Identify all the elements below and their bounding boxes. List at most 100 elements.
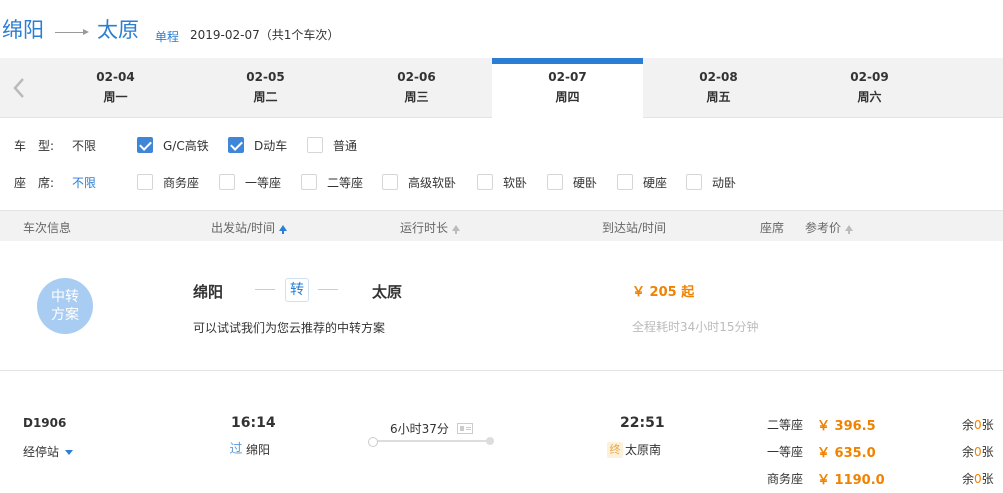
caret-down-icon (65, 450, 74, 455)
sort-asc-icon (845, 225, 854, 234)
depart-time: 16:14 (231, 415, 276, 431)
column-departure-sort[interactable]: 出发站/时间 (211, 219, 288, 236)
date-tab-date: 02-06 (397, 70, 436, 84)
filter-seat: 座 席: 不限 商务座 一等座 二等座 高级软卧 软卧 硬卧 硬座 动卧 (0, 171, 1003, 193)
route-to-city[interactable]: 太原 (97, 14, 139, 44)
checkbox[interactable] (382, 174, 398, 190)
filter-option-soft-sleeper[interactable]: 软卧 (477, 171, 527, 193)
filter-train-type-any[interactable]: 不限 (72, 137, 96, 154)
transfer-recommendation[interactable]: 中转 方案 绵阳 转 太原 可以试试我们为您云推荐的中转方案 ￥ 205 起 全… (0, 241, 1003, 371)
sort-asc-icon (279, 225, 288, 234)
id-card-icon (456, 423, 473, 434)
arrive-station: 终 太原南 (607, 441, 661, 458)
checkbox[interactable] (307, 137, 323, 153)
duration-track (368, 437, 494, 447)
stops-label: 经停站 (23, 445, 60, 459)
filter-option-second-class[interactable]: 二等座 (301, 171, 363, 193)
seat-price: ￥ 396.5 (817, 419, 876, 434)
transfer-from: 绵阳 (193, 283, 224, 301)
date-tab-date: 02-05 (246, 70, 285, 84)
checkbox[interactable] (477, 174, 493, 190)
route-header: 绵阳 太原 单程 2019-02-07（共1个车次） (0, 0, 1003, 58)
train-number[interactable]: D1906 (23, 416, 66, 430)
filter-option-label: 高级软卧 (408, 175, 457, 190)
date-tab-0209[interactable]: 02-09 周六 (794, 58, 945, 118)
duration: 6小时37分 (390, 420, 473, 437)
transfer-description: 可以试试我们为您云推荐的中转方案 (193, 321, 386, 335)
checkbox[interactable] (219, 174, 235, 190)
column-label: 参考价 (805, 221, 842, 235)
checkbox[interactable] (137, 174, 153, 190)
filter-option-emu-sleeper[interactable]: 动卧 (686, 171, 736, 193)
column-seat: 座席 (760, 221, 785, 235)
badge-line: 方案 (51, 307, 79, 323)
seat-name: 商务座 (767, 472, 804, 486)
date-tab-date: 02-04 (96, 70, 135, 84)
badge-line: 中转 (51, 289, 79, 305)
divider (318, 289, 338, 290)
date-tab-weekday: 周六 (857, 90, 882, 104)
remaining-count: 0 (974, 445, 982, 459)
seat-name: 一等座 (767, 445, 804, 459)
filter-option-label: 普通 (333, 138, 358, 153)
seat-price: ￥ 1190.0 (817, 473, 885, 488)
filter-option-d-emu[interactable]: D动车 (228, 134, 287, 156)
remaining-suffix: 张 (981, 472, 994, 486)
remaining-suffix: 张 (981, 445, 994, 459)
date-tab-0204[interactable]: 02-04 周一 (40, 58, 191, 118)
divider (255, 289, 275, 290)
checkbox[interactable] (617, 174, 633, 190)
pass-through-icon: 过 (229, 441, 243, 457)
checkbox-checked[interactable] (228, 137, 244, 153)
filter-option-label: 硬座 (643, 175, 668, 190)
column-label: 运行时长 (400, 221, 449, 235)
filter-option-hard-seat[interactable]: 硬座 (617, 171, 667, 193)
results-table-header: 车次信息 出发站/时间 运行时长 到达站/时间 座席 参考价 (0, 210, 1003, 241)
filter-option-normal[interactable]: 普通 (307, 134, 357, 156)
remaining-suffix: 张 (981, 418, 994, 432)
filter-label: 座 席: (14, 176, 55, 190)
column-price-sort[interactable]: 参考价 (805, 219, 854, 236)
seat-option-second-class[interactable]: 二等座 ￥ 396.5 余0张 (767, 416, 1003, 434)
date-tab-0207[interactable]: 02-07 周四 (492, 58, 643, 118)
transfer-plan-badge: 中转 方案 (37, 278, 93, 334)
filter-option-label: 一等座 (245, 175, 282, 190)
filter-option-business[interactable]: 商务座 (137, 171, 199, 193)
seat-name: 二等座 (767, 418, 804, 432)
checkbox[interactable] (686, 174, 702, 190)
checkbox-checked[interactable] (137, 137, 153, 153)
date-tab-date: 02-07 (548, 70, 587, 84)
filter-option-label: 软卧 (503, 175, 528, 190)
duration-text: 6小时37分 (390, 422, 449, 436)
trip-type-link[interactable]: 单程 (155, 28, 179, 45)
seat-remaining: 余0张 (962, 443, 994, 460)
filter-option-hard-sleeper[interactable]: 硬卧 (547, 171, 597, 193)
date-tab-weekday: 周二 (253, 90, 278, 104)
filter-seat-any[interactable]: 不限 (72, 174, 96, 191)
filter-option-deluxe-soft-sleeper[interactable]: 高级软卧 (382, 171, 456, 193)
filter-train-type: 车 型: 不限 G/C高铁 D动车 普通 (0, 134, 1003, 156)
prev-dates-chevron-left-icon[interactable] (12, 76, 34, 100)
date-tab-0205[interactable]: 02-05 周二 (190, 58, 341, 118)
checkbox[interactable] (547, 174, 563, 190)
column-duration-sort[interactable]: 运行时长 (400, 219, 461, 236)
date-tabs: 02-04 周一 02-05 周二 02-06 周三 02-07 周四 02-0… (0, 58, 1003, 118)
filter-option-first-class[interactable]: 一等座 (219, 171, 281, 193)
seat-option-first-class[interactable]: 一等座 ￥ 635.0 余0张 (767, 443, 1003, 461)
seat-option-business[interactable]: 商务座 ￥ 1190.0 余0张 (767, 470, 1003, 488)
seat-remaining: 余0张 (962, 470, 994, 487)
date-tab-0206[interactable]: 02-06 周三 (341, 58, 492, 118)
filter-label: 车 型: (14, 139, 55, 153)
transfer-icon: 转 (285, 278, 309, 302)
filter-option-label: 动卧 (712, 175, 737, 190)
transfer-price: ￥ 205 起 (632, 285, 695, 300)
route-from-city[interactable]: 绵阳 (2, 14, 44, 44)
checkbox[interactable] (301, 174, 317, 190)
terminal-icon: 终 (607, 441, 623, 458)
date-tab-0208[interactable]: 02-08 周五 (643, 58, 794, 118)
date-tab-weekday: 周一 (103, 90, 128, 104)
route-arrow-icon (55, 29, 89, 35)
filter-option-gc-highspeed[interactable]: G/C高铁 (137, 134, 209, 156)
stops-dropdown[interactable]: 经停站 (23, 443, 74, 460)
transfer-to: 太原 (372, 283, 403, 301)
